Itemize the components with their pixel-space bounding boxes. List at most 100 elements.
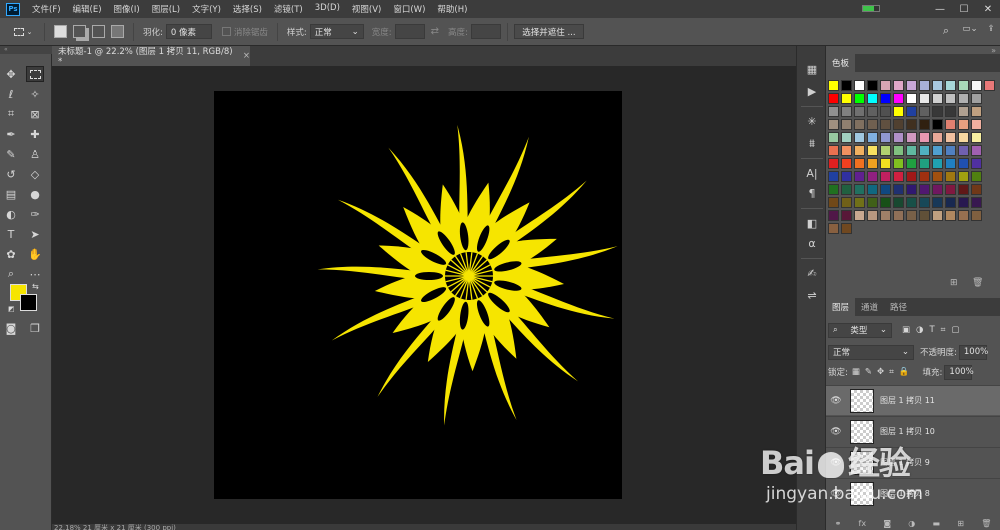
color-swatch[interactable] [971, 158, 982, 169]
color-swatch[interactable] [828, 223, 839, 234]
marquee-tool-icon[interactable] [26, 66, 44, 82]
history-icon[interactable]: ▦ [804, 62, 820, 78]
layer-filter-select[interactable]: ⌕ 类型 ⌄ [828, 322, 892, 338]
color-swatch[interactable] [867, 145, 878, 156]
color-swatch[interactable] [932, 184, 943, 195]
dodge-tool-icon[interactable]: ◐ [2, 206, 20, 222]
tab-swatches[interactable]: 色板 [826, 54, 856, 72]
color-swatch[interactable] [906, 210, 917, 221]
shape-tool-icon[interactable]: ✿ [2, 246, 20, 262]
delete-swatch-icon[interactable]: 🗑 [972, 278, 983, 288]
color-swatch[interactable] [867, 158, 878, 169]
color-swatch[interactable] [906, 197, 917, 208]
color-swatch[interactable] [828, 132, 839, 143]
color-swatch[interactable] [867, 119, 878, 130]
color-swatch[interactable] [932, 210, 943, 221]
color-swatch[interactable] [919, 132, 930, 143]
color-swatch[interactable] [867, 132, 878, 143]
character-styles-icon[interactable]: ⍺ [804, 236, 820, 252]
menu-item[interactable]: 选择(S) [227, 3, 268, 15]
new-layer-icon[interactable]: ⊞ [957, 519, 964, 528]
layer-filter-icons[interactable]: ▣◑T⌗▢ [902, 325, 965, 335]
eraser-tool-icon[interactable]: ◇ [26, 166, 44, 182]
color-swatch[interactable] [971, 132, 982, 143]
color-swatch[interactable] [841, 197, 852, 208]
close-button[interactable]: ✕ [976, 4, 1000, 15]
marquee-preset-picker[interactable]: ⌄ [8, 24, 38, 39]
color-swatch[interactable] [880, 119, 891, 130]
color-swatch[interactable] [945, 106, 956, 117]
color-swatch[interactable] [854, 80, 865, 91]
color-swatch[interactable] [841, 106, 852, 117]
color-swatch[interactable] [971, 197, 982, 208]
color-swatch[interactable] [880, 93, 891, 104]
color-swatch[interactable] [867, 80, 878, 91]
hand-tool-icon[interactable]: ✋ [26, 246, 44, 262]
new-selection-icon[interactable] [51, 24, 70, 39]
color-swatch[interactable] [971, 171, 982, 182]
style-select[interactable]: 正常 ⌄ [309, 24, 364, 39]
color-swatch[interactable] [867, 93, 878, 104]
color-swatch[interactable] [880, 145, 891, 156]
color-swatch[interactable] [841, 132, 852, 143]
color-swatch[interactable] [880, 80, 891, 91]
workspace-icon[interactable]: ▭⌄ [958, 24, 982, 38]
color-swatch[interactable] [867, 106, 878, 117]
color-swatch[interactable] [893, 93, 904, 104]
color-swatch[interactable] [919, 210, 930, 221]
menu-item[interactable]: 图像(I) [108, 3, 146, 15]
color-swatch[interactable] [919, 119, 930, 130]
color-swatch[interactable] [893, 197, 904, 208]
height-input[interactable] [470, 24, 501, 39]
menu-item[interactable]: 滤镜(T) [268, 3, 309, 15]
color-swatch[interactable] [919, 184, 930, 195]
color-swatch[interactable] [880, 132, 891, 143]
blur-tool-icon[interactable]: ● [26, 186, 44, 202]
color-swatch[interactable] [841, 145, 852, 156]
swap-colors-icon[interactable]: ⇆ [32, 282, 39, 291]
color-swatch[interactable] [932, 93, 943, 104]
color-swatch[interactable] [880, 158, 891, 169]
color-swatch[interactable] [971, 106, 982, 117]
color-swatch[interactable] [854, 106, 865, 117]
blend-mode-select[interactable]: 正常 ⌄ [828, 344, 914, 360]
color-swatch[interactable] [854, 197, 865, 208]
color-swatch[interactable] [828, 106, 839, 117]
color-swatch[interactable] [828, 197, 839, 208]
color-swatch[interactable] [919, 171, 930, 182]
color-swatch[interactable] [828, 210, 839, 221]
color-swatch[interactable] [919, 93, 930, 104]
color-swatch[interactable] [841, 158, 852, 169]
tab-channels[interactable]: 通道 [855, 298, 884, 316]
menu-item[interactable]: 帮助(H) [431, 3, 473, 15]
color-swatch[interactable] [945, 184, 956, 195]
background-color-swatch[interactable] [20, 294, 37, 311]
menu-item[interactable]: 窗口(W) [387, 3, 431, 15]
color-swatch[interactable] [932, 197, 943, 208]
color-swatch[interactable] [932, 145, 943, 156]
color-swatch[interactable] [841, 119, 852, 130]
color-swatch[interactable] [958, 132, 969, 143]
new-swatch-icon[interactable]: ⊞ [950, 278, 958, 288]
visibility-eye-icon[interactable]: 👁 [826, 458, 846, 468]
history-brush-tool-icon[interactable]: ↺ [2, 166, 20, 182]
color-swatch[interactable] [919, 106, 930, 117]
default-colors-icon[interactable]: ◩ [8, 305, 15, 313]
color-swatch[interactable] [841, 223, 852, 234]
color-swatch[interactable] [971, 93, 982, 104]
collapse-panels-icon[interactable]: » [991, 46, 996, 55]
menu-item[interactable]: 视图(V) [346, 3, 387, 15]
search-icon[interactable]: ⌕ [934, 24, 958, 38]
color-swatch[interactable] [906, 80, 917, 91]
layer-mask-icon[interactable]: ◙ [883, 519, 891, 528]
color-swatch[interactable] [841, 210, 852, 221]
color-swatch[interactable] [828, 80, 839, 91]
swap-icon[interactable]: ⇄ [431, 26, 439, 37]
color-swatch[interactable] [945, 210, 956, 221]
color-swatch[interactable] [958, 171, 969, 182]
menu-item[interactable]: 文字(Y) [186, 3, 227, 15]
color-swatch[interactable] [867, 171, 878, 182]
color-swatch[interactable] [945, 158, 956, 169]
color-swatch[interactable] [854, 132, 865, 143]
color-swatch[interactable] [945, 171, 956, 182]
